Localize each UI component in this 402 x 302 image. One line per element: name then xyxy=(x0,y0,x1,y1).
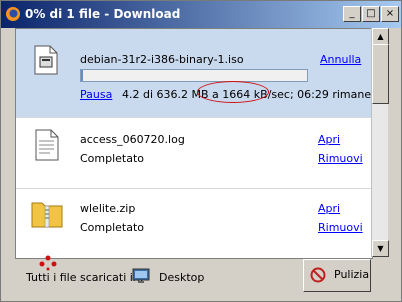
download-folder-label: Tutti i file scaricati in: xyxy=(26,271,144,284)
open-link[interactable]: Apri xyxy=(318,133,340,146)
progress-bar xyxy=(80,69,308,82)
iso-file-icon xyxy=(34,45,58,75)
zip-folder-icon xyxy=(31,202,63,228)
download-item[interactable]: wlelite.zip Completato Apri Rimuovi xyxy=(16,188,372,258)
open-link[interactable]: Apri xyxy=(318,202,340,215)
maximize-button[interactable]: □ xyxy=(362,6,380,22)
cancel-link[interactable]: Annulla xyxy=(320,53,361,66)
clean-up-icon xyxy=(310,267,326,283)
firefox-icon xyxy=(6,7,20,21)
minimize-button[interactable]: _ xyxy=(343,6,361,22)
scroll-down-icon[interactable]: ▼ xyxy=(372,240,389,257)
file-name: wlelite.zip xyxy=(80,202,136,215)
text-file-icon xyxy=(35,129,59,161)
scroll-thumb[interactable] xyxy=(372,44,389,104)
window-title: 0% di 1 file - Download xyxy=(25,7,181,21)
desktop-icon[interactable] xyxy=(132,267,150,285)
close-button[interactable]: × xyxy=(381,6,399,22)
watermark-logo-icon xyxy=(39,255,57,271)
title-bar[interactable]: 0% di 1 file - Download _ □ × xyxy=(1,1,401,28)
scroll-up-icon[interactable]: ▲ xyxy=(372,28,389,45)
clean-up-label: Pulizia xyxy=(334,268,370,281)
download-item-active[interactable]: debian-31r2-i386-binary-1.iso Annulla Pa… xyxy=(16,29,372,118)
downloads-list[interactable]: debian-31r2-i386-binary-1.iso Annulla Pa… xyxy=(15,28,373,259)
download-folder-name[interactable]: Desktop xyxy=(159,271,204,284)
clean-up-button[interactable]: Pulizia xyxy=(303,259,371,292)
vertical-scrollbar[interactable]: ▲ ▼ xyxy=(371,28,389,257)
file-name: access_060720.log xyxy=(80,133,185,146)
status-text: Completato xyxy=(80,221,145,234)
remove-link[interactable]: Rimuovi xyxy=(318,152,363,165)
download-window: 0% di 1 file - Download _ □ × debian-31r… xyxy=(0,0,402,302)
progress-fill xyxy=(81,70,83,81)
highlight-oval xyxy=(197,81,269,103)
pause-link[interactable]: Pausa xyxy=(80,88,112,101)
status-text: Completato xyxy=(80,152,145,165)
file-name: debian-31r2-i386-binary-1.iso xyxy=(80,53,244,66)
remove-link[interactable]: Rimuovi xyxy=(318,221,363,234)
download-item[interactable]: access_060720.log Completato Apri Rimuov… xyxy=(16,117,372,189)
